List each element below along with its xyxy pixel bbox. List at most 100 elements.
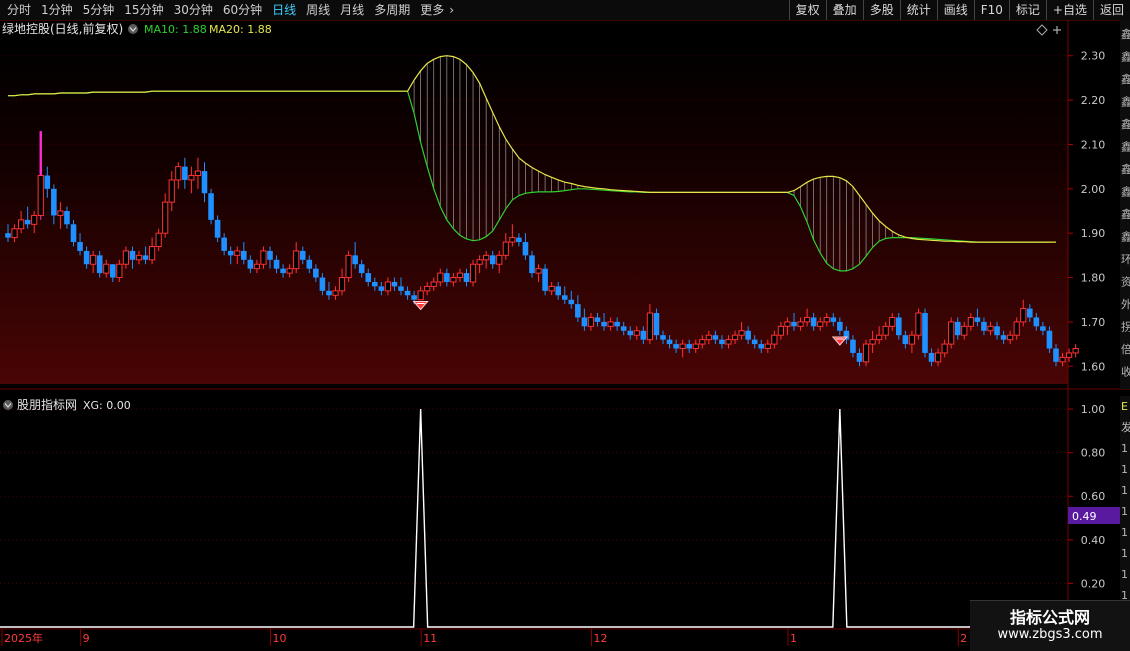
candle-body <box>175 166 182 181</box>
candle-body <box>194 170 202 177</box>
main-panel-background <box>0 38 1068 384</box>
candle[interactable] <box>345 250 352 282</box>
candle[interactable] <box>469 259 477 287</box>
candle-body <box>568 299 575 305</box>
candle-body <box>44 175 51 189</box>
candle[interactable] <box>862 339 870 367</box>
candle-body <box>679 343 686 350</box>
candle-body <box>961 325 968 336</box>
candle-body <box>640 330 647 340</box>
candle-body <box>994 326 1000 336</box>
candle-body <box>1053 348 1059 362</box>
candle-body <box>862 343 870 363</box>
price-tick-label: 1.90 <box>1081 227 1106 240</box>
candle-body <box>437 272 444 283</box>
edge-label: 鑫 <box>1121 140 1130 154</box>
candle-body <box>633 330 640 336</box>
candle-body <box>954 321 961 336</box>
candle-body <box>1020 308 1027 323</box>
chart-canvas[interactable]: 2.30 2.20 2.10 2.00 1.90 1.80 1.70 1.60 1.00 0.8… <box>0 0 1130 650</box>
candle-body <box>116 263 123 279</box>
indicator-tick-label: 1.00 <box>1081 403 1106 416</box>
candle-body <box>398 286 404 291</box>
candle-body <box>771 334 778 345</box>
candle-body <box>110 264 116 278</box>
candle-body <box>299 250 306 260</box>
watermark: 指标公式网 www.zbgs3.com <box>970 600 1130 651</box>
candle-body <box>738 330 745 336</box>
candle-body <box>614 321 620 327</box>
candle[interactable] <box>653 308 660 340</box>
candle[interactable] <box>948 317 955 349</box>
candle-body <box>5 233 11 238</box>
candle[interactable] <box>915 308 922 340</box>
candle-body <box>555 286 561 296</box>
candle[interactable] <box>542 264 548 296</box>
candle-body <box>378 286 385 291</box>
candle-body <box>450 277 457 283</box>
candle-body <box>646 312 653 341</box>
candle-body <box>96 255 103 274</box>
edge-label: 收 <box>1121 365 1130 379</box>
candle-body <box>24 219 31 225</box>
candle-body <box>935 352 942 363</box>
candle-body <box>489 255 496 265</box>
candle-body <box>869 339 876 345</box>
candle-body <box>587 316 595 327</box>
date-label: 1 <box>790 632 797 645</box>
candle-body <box>1066 352 1073 358</box>
candle-body <box>31 214 38 225</box>
candle-body <box>267 250 273 260</box>
candle-body <box>791 321 797 327</box>
candle-body <box>1072 348 1079 354</box>
candle-body <box>57 210 64 216</box>
diamond-icon[interactable] <box>1036 24 1048 36</box>
edge-label-sub: 1 <box>1121 442 1128 455</box>
candle-body <box>948 321 955 345</box>
plus-icon[interactable] <box>1053 26 1061 34</box>
price-tick-label: 1.70 <box>1081 316 1106 329</box>
candle-body <box>712 335 719 340</box>
candle[interactable] <box>922 308 928 358</box>
candle-body <box>11 228 18 239</box>
candle-body <box>837 321 843 331</box>
edge-label-sub: E <box>1121 400 1128 413</box>
candle-body <box>731 334 739 341</box>
candle-body <box>280 268 286 274</box>
settings-dropdown-icon[interactable] <box>128 24 138 34</box>
candle-body <box>90 254 97 265</box>
edge-label-sub: 1 <box>1121 526 1128 539</box>
candle-body <box>928 352 935 362</box>
candle-body <box>1046 330 1053 349</box>
candle-body <box>122 250 130 265</box>
candle-body <box>411 295 417 300</box>
candle-body <box>201 171 208 194</box>
candle-body <box>306 259 313 269</box>
edge-label: 外 <box>1121 298 1130 311</box>
cursor-value: 0.49 <box>1072 510 1097 523</box>
candle-body <box>83 250 90 265</box>
indicator-tick-label: 0.60 <box>1081 490 1106 503</box>
candle-body <box>456 272 464 279</box>
candle-body <box>535 268 542 274</box>
candle-body <box>1027 308 1033 318</box>
candle-body <box>981 321 987 331</box>
candle-body <box>77 242 83 251</box>
candle-body <box>241 250 247 260</box>
date-label: 10 <box>273 632 287 645</box>
candle-body <box>155 232 162 247</box>
candle-body <box>37 175 44 216</box>
candle-body <box>502 241 509 256</box>
candle[interactable] <box>208 188 214 225</box>
candle-body <box>1007 334 1014 341</box>
candle-body <box>876 334 883 341</box>
indicator-dropdown-icon[interactable] <box>3 400 13 410</box>
date-label: 12 <box>594 632 608 645</box>
candle[interactable] <box>1072 344 1079 358</box>
candle-body <box>188 175 195 181</box>
price-axis: 2.30 2.20 2.10 2.00 1.90 1.80 1.70 1.60 <box>1068 50 1106 373</box>
candle-body <box>660 335 666 340</box>
indicator-tick-label: 0.20 <box>1081 577 1106 590</box>
candle-body <box>987 325 994 332</box>
edge-label: 鑫 <box>1121 230 1130 244</box>
